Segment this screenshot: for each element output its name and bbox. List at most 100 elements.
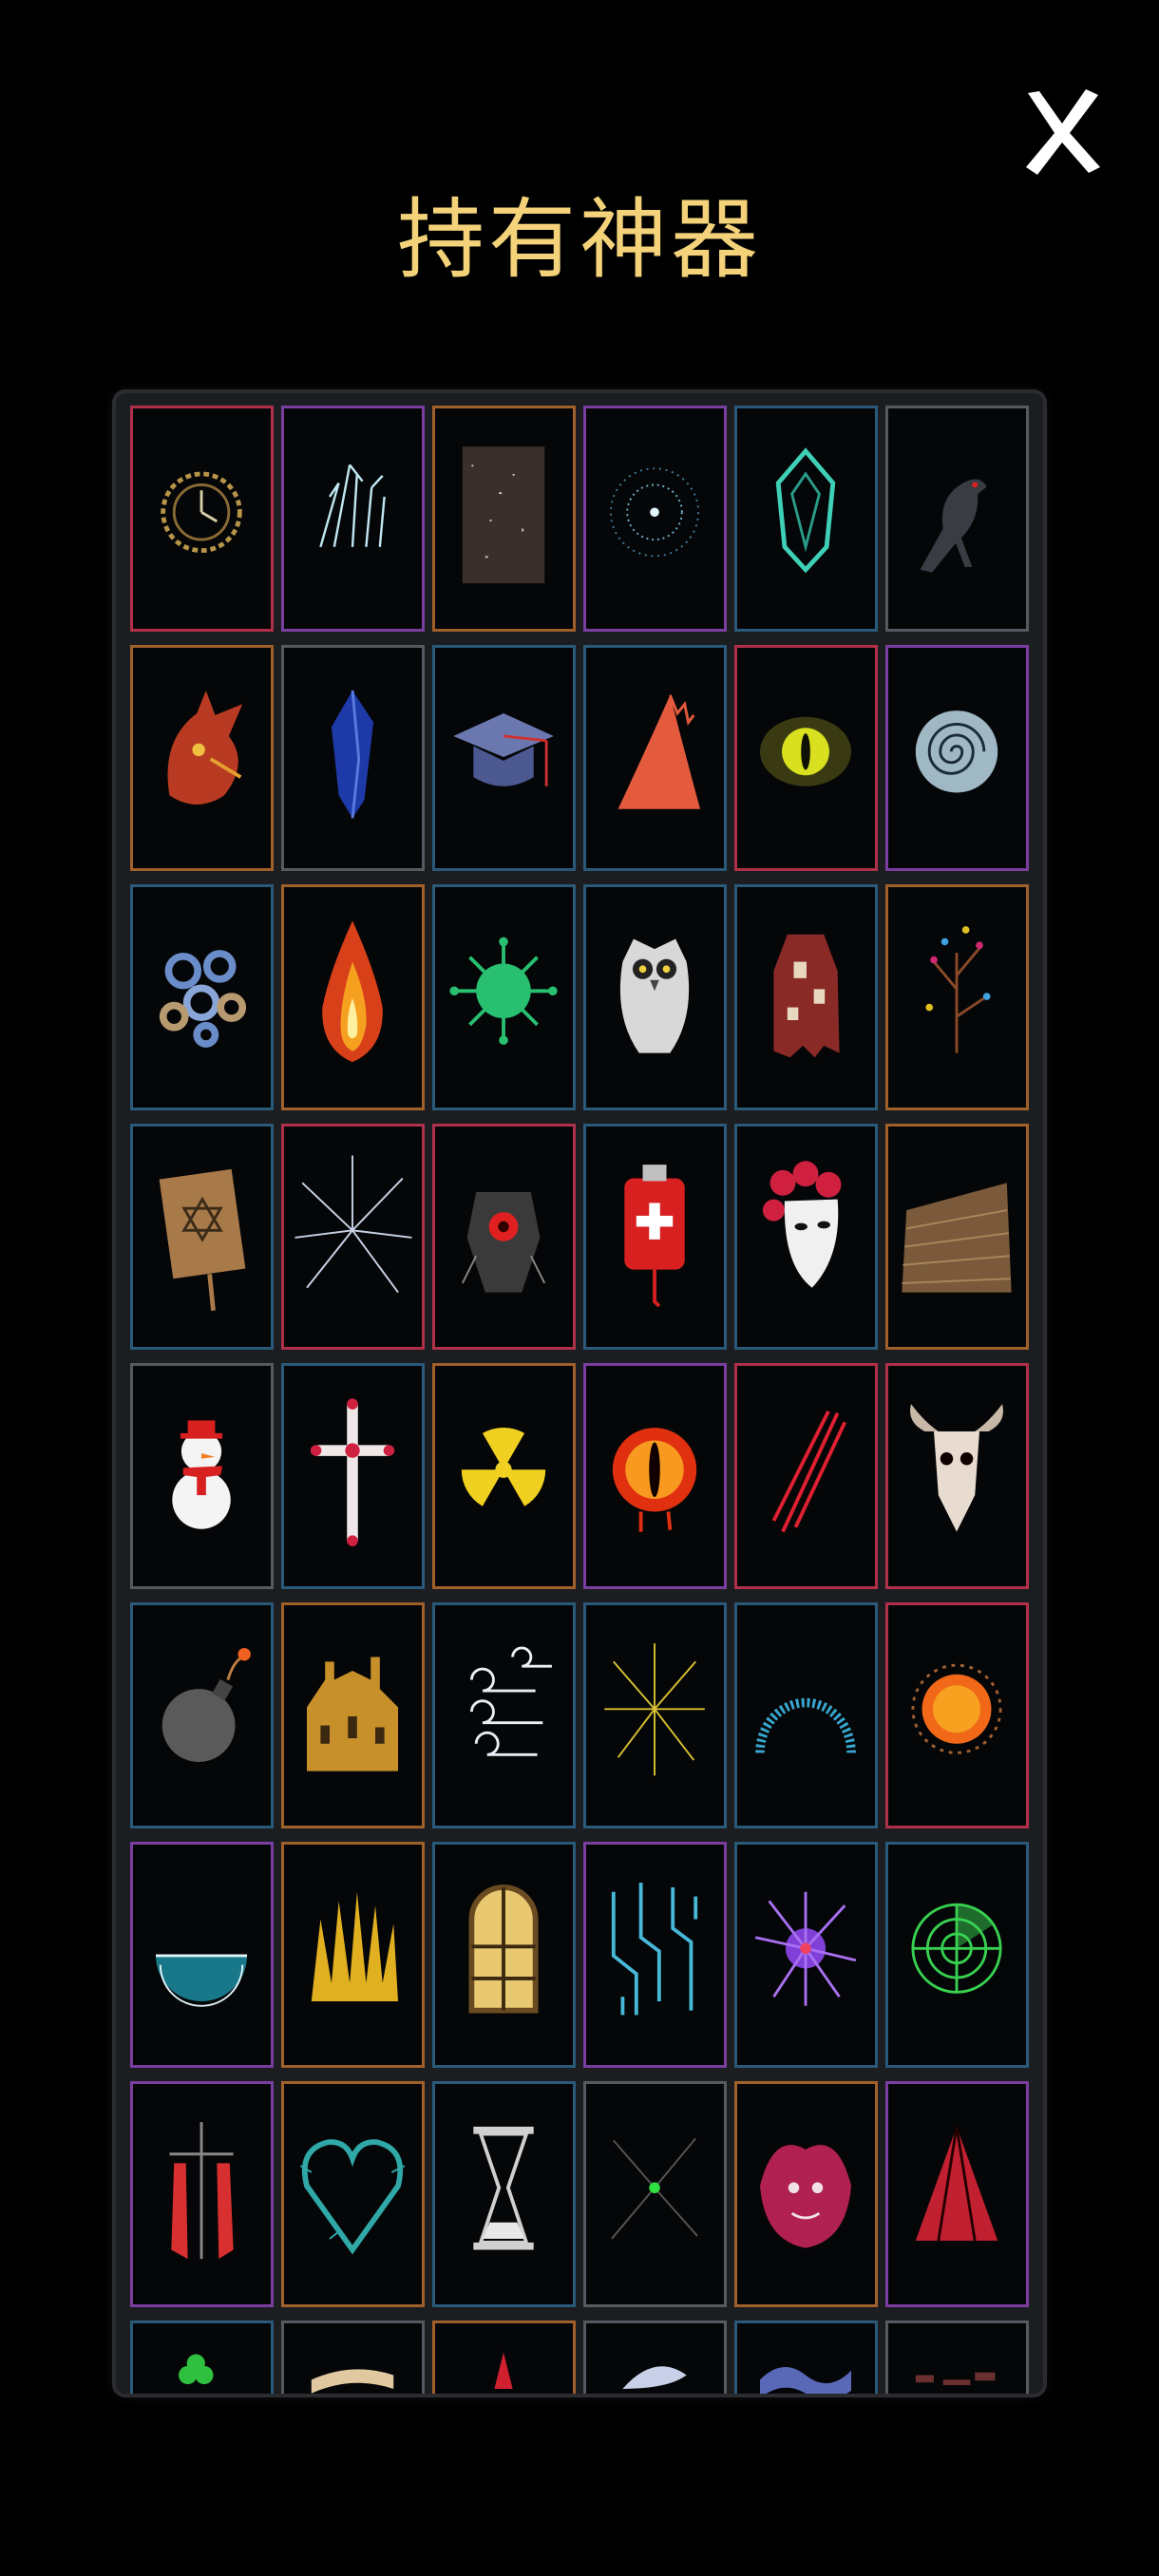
artifact-card[interactable] <box>281 1602 425 1828</box>
artifact-card[interactable] <box>885 1124 1029 1350</box>
wind-swirls-icon <box>469 1646 552 1756</box>
bloody-scarecrow-icon <box>169 2122 234 2260</box>
artifact-card[interactable] <box>130 1842 274 2068</box>
artifact-card[interactable] <box>583 1124 727 1350</box>
radiation-icon <box>461 1427 546 1506</box>
artifact-card[interactable] <box>432 1363 576 1589</box>
artifact-card[interactable] <box>734 406 878 632</box>
artifact-card[interactable] <box>885 406 1029 632</box>
artifact-card[interactable] <box>583 2320 727 2394</box>
yellow-eye-icon <box>760 716 852 786</box>
close-button[interactable] <box>1015 84 1110 179</box>
gears-icon <box>159 950 247 1048</box>
hourglass-icon <box>473 2126 534 2250</box>
white-feather-icon <box>622 2366 687 2389</box>
artifact-card[interactable] <box>130 645 274 871</box>
artifact-card[interactable] <box>583 1842 727 2068</box>
red-dragon-icon <box>167 690 243 805</box>
artifact-card[interactable] <box>885 1602 1029 1828</box>
artifact-card[interactable] <box>885 1363 1029 1589</box>
artifact-card[interactable] <box>885 2320 1029 2394</box>
green-gem-icon <box>775 447 836 574</box>
golden-crown-icon <box>311 1891 399 2001</box>
shattered-glass-icon <box>294 1155 412 1294</box>
artifact-card[interactable] <box>432 1842 576 2068</box>
artifact-card[interactable] <box>734 1842 878 2068</box>
green-clover-icon <box>179 2354 214 2385</box>
sun-orb-icon <box>911 1663 1002 1754</box>
artifact-card[interactable] <box>583 406 727 632</box>
graduation-cap-icon <box>453 712 554 786</box>
artifact-card[interactable] <box>432 645 576 871</box>
red-jester-icon <box>760 2145 852 2248</box>
artifact-card[interactable] <box>130 1602 274 1828</box>
confetti-tree-icon <box>925 926 991 1053</box>
artifact-card[interactable] <box>734 645 878 871</box>
artifact-card[interactable] <box>583 2081 727 2307</box>
artifact-card[interactable] <box>432 1124 576 1350</box>
red-tent-icon <box>915 2126 998 2242</box>
water-bowl-icon <box>156 1954 248 2007</box>
artifact-card[interactable] <box>734 1363 878 1589</box>
artifact-card[interactable] <box>281 406 425 632</box>
artifact-card[interactable] <box>130 2081 274 2307</box>
artifact-card[interactable] <box>583 1363 727 1589</box>
artifact-card[interactable] <box>734 1602 878 1828</box>
artifact-card[interactable] <box>130 2320 274 2394</box>
artifact-card[interactable] <box>734 884 878 1110</box>
red-eye-machine-icon <box>461 1191 546 1293</box>
dark-debris-icon <box>915 2372 996 2386</box>
artifact-card[interactable] <box>885 2081 1029 2307</box>
goat-skull-icon <box>910 1404 1003 1532</box>
artifact-card[interactable] <box>432 884 576 1110</box>
artifact-card[interactable] <box>130 406 274 632</box>
close-x-icon <box>1026 89 1100 175</box>
artifact-card[interactable] <box>281 2320 425 2394</box>
red-claw-slash-icon <box>771 1410 847 1533</box>
static-noise-icon <box>462 446 545 584</box>
clock-icon <box>161 471 242 554</box>
spiral-orb-icon <box>915 710 998 793</box>
artifact-card[interactable] <box>130 1363 274 1589</box>
artifact-card[interactable] <box>583 884 727 1110</box>
rune-tablet-icon <box>159 1168 246 1312</box>
artifact-card[interactable] <box>281 1842 425 2068</box>
artifact-card[interactable] <box>432 2081 576 2307</box>
radar-icon <box>911 1903 1002 1994</box>
artifact-card[interactable] <box>583 1602 727 1828</box>
thorn-heart-icon <box>299 2139 406 2255</box>
artifact-card[interactable] <box>734 2320 878 2394</box>
artifact-card[interactable] <box>432 1602 576 1828</box>
tattered-robe-icon <box>773 934 840 1058</box>
artifact-card[interactable] <box>130 884 274 1110</box>
artifact-card[interactable] <box>281 645 425 871</box>
golden-ruins-icon <box>307 1657 399 1771</box>
artifact-card[interactable] <box>281 1124 425 1350</box>
artifact-card[interactable] <box>281 1363 425 1589</box>
raven-icon <box>920 479 987 573</box>
starburst-icon <box>609 467 700 558</box>
red-spike-icon <box>494 2352 513 2389</box>
artifact-grid <box>130 406 1029 2394</box>
artifact-card[interactable] <box>583 645 727 871</box>
rose-mask-icon <box>762 1161 842 1288</box>
artifact-card[interactable] <box>130 1124 274 1350</box>
artifact-card[interactable] <box>281 2081 425 2307</box>
artifact-card[interactable] <box>734 1124 878 1350</box>
page-title: 持有神器 <box>396 189 762 291</box>
purple-urchin-icon <box>754 1891 857 2006</box>
stained-glass-window-icon <box>468 1885 539 2014</box>
artifact-card[interactable] <box>885 1842 1029 2068</box>
circuit-icon <box>611 1883 698 2016</box>
artifact-card[interactable] <box>885 645 1029 871</box>
artifact-panel[interactable] <box>116 393 1043 2394</box>
artifact-card[interactable] <box>432 406 576 632</box>
yellow-sparks-icon <box>604 1643 705 1776</box>
artifact-card[interactable] <box>734 2081 878 2307</box>
blue-wave-icon <box>760 2367 852 2394</box>
artifact-card[interactable] <box>432 2320 576 2394</box>
artifact-card[interactable] <box>281 884 425 1110</box>
artifact-card[interactable] <box>885 884 1029 1110</box>
blood-bag-icon <box>624 1165 685 1308</box>
green-virus-icon <box>449 937 558 1045</box>
